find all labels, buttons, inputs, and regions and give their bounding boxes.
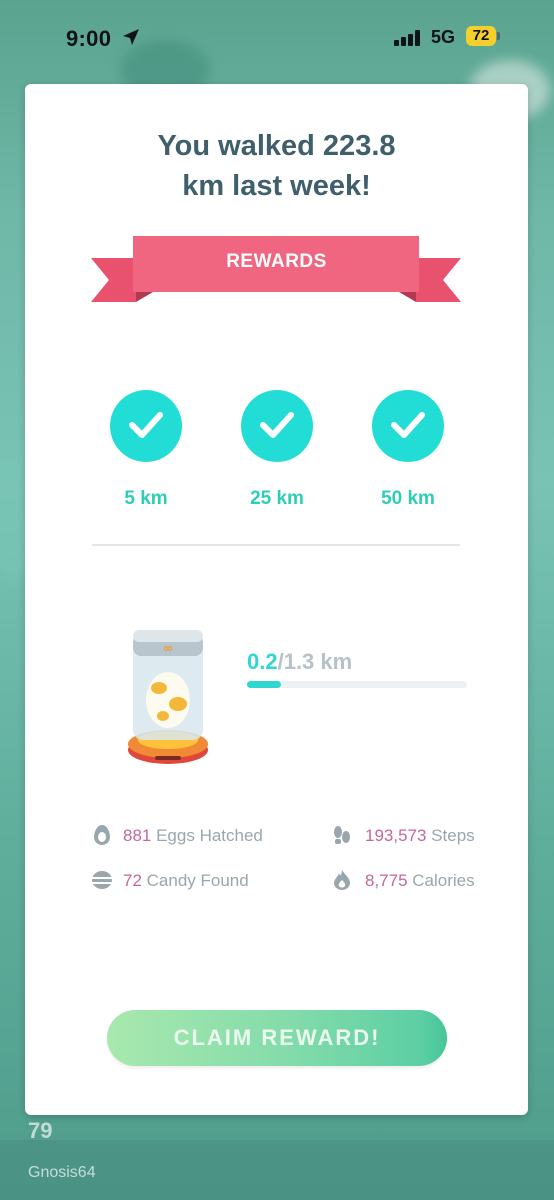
divider bbox=[92, 544, 460, 546]
stat-value: 72 bbox=[123, 871, 142, 890]
milestone-check bbox=[241, 390, 313, 462]
player-level: 79 bbox=[28, 1118, 53, 1143]
rewards-label: REWARDS bbox=[226, 251, 327, 272]
stat-calories: 8,775 Calories bbox=[365, 871, 475, 891]
milestone-50km: 50 km bbox=[372, 390, 444, 510]
stat-label: Calories bbox=[407, 871, 475, 890]
stat-eggs-hatched: 881 Eggs Hatched bbox=[123, 826, 263, 846]
network-type: 5G bbox=[431, 27, 456, 47]
location-arrow-icon bbox=[123, 29, 139, 45]
footsteps-icon bbox=[334, 826, 350, 844]
stat-label: Steps bbox=[426, 826, 475, 845]
milestone-label: 50 km bbox=[381, 488, 435, 509]
weekly-summary-dialog: You walked 223.8 km last week! REWARDS 5… bbox=[25, 84, 528, 1115]
milestone-5km: 5 km bbox=[110, 390, 182, 510]
incubator-icon: ∞ bbox=[128, 630, 208, 764]
stat-label: Eggs Hatched bbox=[151, 826, 263, 845]
stat-value: 8,775 bbox=[365, 871, 408, 890]
player-name: Gnosis64 bbox=[28, 1164, 96, 1181]
battery-indicator: 72 bbox=[466, 26, 496, 46]
egg-distance-current: 0.2 bbox=[247, 649, 278, 674]
battery-cap bbox=[497, 32, 500, 40]
stat-label: Candy Found bbox=[141, 871, 249, 890]
title-line-2: km last week! bbox=[182, 170, 371, 202]
claim-reward-button[interactable]: CLAIM REWARD! bbox=[107, 1010, 447, 1066]
egg-icon bbox=[94, 825, 110, 845]
egg-progress-bar bbox=[247, 681, 467, 688]
milestone-25km: 25 km bbox=[241, 390, 313, 510]
dialog-title: You walked 223.8 km last week! bbox=[25, 126, 528, 206]
stat-steps: 193,573 Steps bbox=[365, 826, 475, 846]
checkmark-icon bbox=[260, 412, 294, 438]
egg-distance-progress: 0.2/1.3 km bbox=[247, 649, 352, 675]
egg-distance-total: /1.3 km bbox=[277, 649, 353, 674]
svg-text:∞: ∞ bbox=[163, 641, 173, 655]
stat-value: 881 bbox=[123, 826, 152, 845]
checkmark-icon bbox=[129, 412, 163, 438]
egg-progress-fill bbox=[247, 681, 281, 688]
stat-candy-found: 72 Candy Found bbox=[123, 871, 249, 891]
clock: 9:00 bbox=[66, 26, 112, 51]
milestone-label: 5 km bbox=[124, 488, 168, 509]
status-bar: 9:00 5G 72 bbox=[0, 0, 554, 80]
milestone-label: 25 km bbox=[250, 488, 304, 509]
signal-icon bbox=[394, 30, 420, 46]
milestone-check bbox=[372, 390, 444, 462]
checkmark-icon bbox=[391, 412, 425, 438]
flame-icon bbox=[334, 870, 350, 890]
milestone-check bbox=[110, 390, 182, 462]
stat-value: 193,573 bbox=[365, 826, 427, 845]
title-line-1: You walked 223.8 bbox=[157, 130, 396, 162]
candy-icon bbox=[92, 871, 112, 889]
